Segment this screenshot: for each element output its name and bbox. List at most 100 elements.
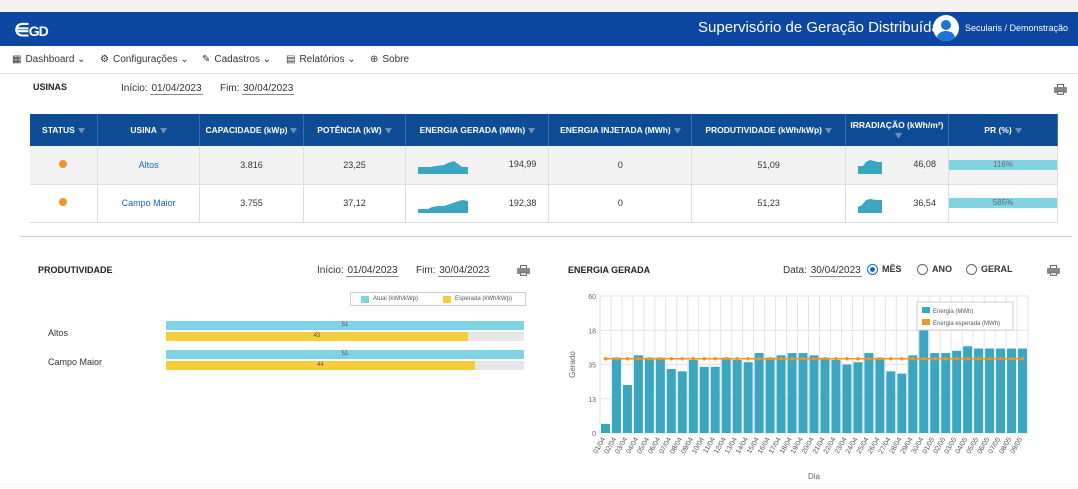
legend-swatch [922,307,930,313]
energia-esperada-point [932,356,937,361]
col-usina[interactable]: USINA [97,114,201,146]
status-dot [59,159,68,168]
energia-esperada-point [987,356,992,361]
energia-data-input[interactable]: 30/04/2023 [809,265,862,277]
user-name[interactable]: Secularis / Demonstração [965,23,1068,33]
col-irradiacao[interactable]: IRRADIAÇÃO (kWh/m²) [845,114,949,146]
energia-bar [776,355,786,433]
energia-bar [787,353,797,433]
produtividade-cell: 51,23 [691,184,846,223]
produtividade-inicio: Início: 01/04/2023 [317,265,399,277]
energia-esperada-point [943,356,948,361]
main-navbar: ▦ Dashboard ⌄ ⚙ Configurações ⌄ ✎ Cadastros… [0,46,1078,74]
energia-esperada-point [954,356,959,361]
nav-dashboard[interactable]: ▦ Dashboard ⌄ [12,54,86,65]
energia-bar [721,357,731,433]
energia-esperada-point [636,356,641,361]
nav-sobre[interactable]: ⊕ Sobre [370,54,409,65]
energia-esperada-point [976,356,981,361]
section-divider [20,236,1072,237]
energia-esperada-point [735,356,739,361]
col-energia-injetada[interactable]: ENERGIA INJETADA (MWh) [548,114,693,146]
radio-ano[interactable]: ANO [917,264,952,276]
col-pr[interactable]: PR (%) [948,114,1059,146]
energia-bar [666,369,676,433]
radio-icon[interactable] [917,264,928,276]
energia-bar [897,373,907,433]
energia-esperada-point [625,356,630,361]
produtividade-bar-esperada[interactable]: 44 [166,361,475,370]
irradiacao-cell: 36,54 [913,197,936,208]
app-header: ⋹GD Supervisório de Geração Distribuída … [0,12,1078,46]
nav-cadastros[interactable]: ✎ Cadastros ⌄ [202,54,271,65]
energia-esperada-point [746,356,750,361]
energia-bar [864,353,874,433]
energia-cell: 194,99 [508,159,537,169]
energia-esperada-point [998,356,1003,361]
energia-bar [622,385,632,433]
energia-bar [644,357,654,433]
energia-esperada-point [856,356,860,361]
table-header-row: STATUS USINA CAPACIDADE (kWp) POTÊNCIA (… [30,114,1059,146]
usinas-inicio-input[interactable]: 01/04/2023 [150,83,203,95]
energia-data: Data: 30/04/2023 [783,265,862,277]
app-logo[interactable]: ⋹GD [14,20,49,41]
usina-link[interactable]: Campo Maior [122,198,176,208]
energia-esperada-point [713,356,718,361]
energia-esperada-point [724,356,729,361]
nav-relatorios[interactable]: ▤ Relatórios ⌄ [286,54,356,65]
print-icon[interactable] [1054,84,1067,95]
energia-esperada-point [801,356,805,361]
col-status[interactable]: STATUS [30,114,98,146]
produtividade-cell: 51,09 [691,146,846,185]
radio-icon[interactable] [867,264,878,276]
energia-bar [1018,348,1027,433]
table-row[interactable]: Campo Maior 3.755 37,12 192,38 0 51,23 3… [30,184,1059,223]
radio-mes[interactable]: MÊS [867,264,902,276]
produtividade-bar-esperada[interactable]: 43 [166,332,468,341]
usinas-fim-input[interactable]: 30/04/2023 [242,83,295,95]
produtividade-bar-atual[interactable]: 51 [166,350,524,359]
col-potencia[interactable]: POTÊNCIA (kW) [303,114,407,146]
energia-esperada-point [1009,356,1014,361]
col-energia-gerada[interactable]: ENERGIA GERADA (MWh) [405,114,550,146]
browser-top-strip [0,0,1078,12]
produtividade-inicio-input[interactable]: 01/04/2023 [346,265,399,277]
usinas-fim: Fim: 30/04/2023 [220,83,295,95]
energia-bar [710,366,720,433]
energia-esperada-point [691,356,696,361]
energia-esperada-point [910,356,915,361]
usinas-title: USINAS [33,82,68,92]
user-avatar[interactable] [933,15,959,41]
energia-bar [688,359,698,433]
energia-esperada-point [845,356,849,361]
energia-bar [655,357,665,433]
usina-link[interactable]: Altos [139,160,159,170]
radio-geral[interactable]: GERAL [966,264,1013,276]
col-produtividade[interactable]: PRODUTIVIDADE (kWh/kWp) [691,114,846,146]
energia-bar [677,371,687,433]
energia-esperada-point [779,356,783,361]
print-icon[interactable] [517,265,530,276]
table-row[interactable]: Altos 3.816 23,25 194,99 0 51,09 46,08 1… [30,146,1059,185]
energia-esperada-point [647,356,652,361]
energia-bar [798,353,808,433]
energia-bar [831,359,841,433]
x-axis-label: Dia [808,472,821,481]
produtividade-fim-input[interactable]: 30/04/2023 [438,265,491,277]
y-tick-label: 60 [588,294,596,301]
energia-title: ENERGIA GERADA [568,265,651,275]
radio-icon[interactable] [966,264,977,276]
injetada-cell: 0 [548,184,693,223]
produtividade-legend: Atual (kWh/kWp) Esperada (kWh/kWp) [350,292,526,306]
nav-configuracoes[interactable]: ⚙ Configurações ⌄ [100,54,189,65]
energia-esperada-point [790,356,794,361]
col-capacidade[interactable]: CAPACIDADE (kWp) [199,114,304,146]
energia-esperada-point [669,356,674,361]
energia-sparkline [418,199,469,213]
produtividade-bar-atual[interactable]: 51 [166,321,524,330]
energia-bar [743,362,753,433]
pencil-icon: ✎ [202,54,211,65]
print-icon[interactable] [1047,265,1060,276]
legend-swatch [922,319,930,325]
